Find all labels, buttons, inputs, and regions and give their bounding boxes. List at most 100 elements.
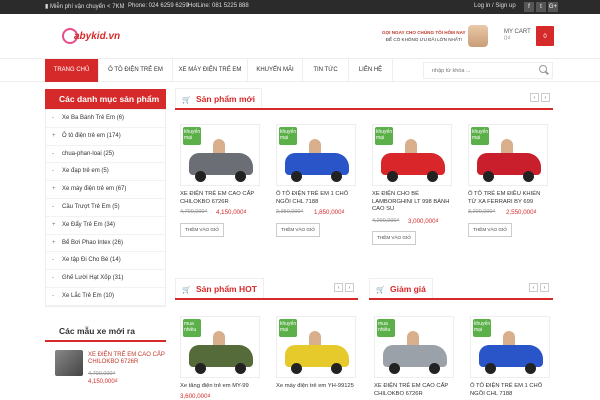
category-item[interactable]: + Xe máy điện trẻ em (67) — [46, 181, 165, 199]
expand-icon[interactable]: + — [52, 235, 62, 253]
category-item[interactable]: - Ghế Lười Hạt Xốp (31) — [46, 270, 165, 288]
promo-badge: khuyến mại — [471, 127, 489, 145]
promo-badge: khuyến mại — [279, 127, 297, 145]
nav-electric-motorbikes[interactable]: XE MÁY ĐIỆN TRẺ EM — [173, 59, 248, 82]
hotline-text: HotLine: 081 5225 888 — [188, 3, 249, 9]
cart-button[interactable]: 0 — [536, 26, 554, 46]
search-input[interactable] — [423, 62, 553, 79]
cart-amount: 0₫ — [504, 36, 511, 42]
prev-arrow-icon[interactable]: ‹ — [334, 283, 343, 292]
product-image[interactable]: khuyến mại — [276, 124, 356, 186]
cart-icon: 🛒 — [182, 97, 191, 104]
nav-home[interactable]: TRANG CHỦ — [45, 59, 99, 82]
category-list: - Xe Ba Bánh Trẻ Em (6) + Ô tô điện trẻ em… — [45, 109, 166, 307]
product-price: 2,550,000₫ — [506, 209, 537, 216]
nav-contact[interactable]: LIÊN HỆ — [349, 59, 393, 82]
bullet-icon: - — [52, 203, 54, 210]
expand-icon[interactable]: + — [52, 128, 62, 146]
product-old-price: 3,200,000₫ — [468, 209, 496, 215]
cart-summary[interactable]: MY CART 0₫ — [504, 29, 531, 42]
hot-products-header: 🛒 Sản phẩm HOT ‹ › — [175, 278, 358, 300]
add-to-cart-button[interactable]: THÊM VÀO GIỎ — [276, 223, 320, 237]
sale-products-header: 🛒 Giảm giá ‹ › — [369, 278, 553, 300]
twitter-icon[interactable]: t — [536, 2, 546, 12]
expand-icon[interactable]: + — [52, 181, 62, 199]
section-title: 🛒 Giảm giá — [369, 278, 433, 298]
product-name[interactable]: XE ĐIỆN CHO BÉ LAMBORGHINI LT 998 BÁNH C… — [372, 191, 452, 214]
product-image[interactable]: khuyến mại — [470, 316, 550, 378]
google-plus-icon[interactable]: G+ — [548, 2, 558, 12]
search-icon[interactable] — [539, 65, 547, 73]
new-products-header: 🛒 Sản phẩm mới ‹ › — [175, 88, 553, 110]
section-title: 🛒 Sản phẩm mới — [175, 88, 262, 108]
facebook-icon[interactable]: f — [524, 2, 534, 12]
cart-label: MY CART — [504, 29, 531, 35]
prev-arrow-icon[interactable]: ‹ — [529, 283, 538, 292]
next-arrow-icon[interactable]: › — [540, 283, 549, 292]
model-price: 4,150,000₫ — [88, 379, 118, 385]
cart-icon: 🛒 — [182, 287, 191, 294]
product-image[interactable]: khuyến mại — [468, 124, 548, 186]
product-name[interactable]: Xe tăng điện trẻ em MY-99 — [180, 383, 260, 391]
promo-badge: mua nhiều — [183, 319, 201, 337]
category-item[interactable]: - chua-phan-loai (25) — [46, 146, 165, 164]
promo-line1: GỌI NGAY CHO CHÚNG TÔI HÔM NAY — [382, 30, 466, 35]
product-name[interactable]: Ô TÔ ĐIỆN TRẺ EM 1 CHỖ NGỒI CHL 7188 — [470, 383, 550, 398]
nav-promotions[interactable]: KHUYẾN MÃI — [248, 59, 303, 82]
nav-electric-cars[interactable]: Ô TÔ ĐIỆN TRẺ EM — [99, 59, 173, 82]
top-bar: ▮ Miễn phí vận chuyển < 7KM | Phone: 024… — [0, 0, 600, 14]
product-image[interactable]: mua nhiều — [374, 316, 454, 378]
product-name[interactable]: Xe máy điện trẻ em YH-99125 — [276, 383, 356, 391]
promo-badge: khuyến mại — [375, 127, 393, 145]
product-price: 4,150,000₫ — [216, 209, 247, 216]
shipping-info: ▮ Miễn phí vận chuyển < 7KM — [45, 3, 125, 10]
account-link[interactable]: Log in / Sign up — [474, 3, 516, 9]
product-image[interactable]: khuyến mại — [372, 124, 452, 186]
next-arrow-icon[interactable]: › — [541, 93, 550, 102]
category-item[interactable]: + Xe Đẩy Trẻ Em (34) — [46, 217, 165, 235]
category-item[interactable]: - Xe Lắc Trẻ Em (10) — [46, 288, 165, 306]
product-image[interactable]: mua nhiều — [180, 316, 260, 378]
product-old-price: 4,700,000₫ — [180, 209, 208, 215]
bullet-icon: - — [52, 168, 54, 175]
category-item[interactable]: - Xe Ba Bánh Trẻ Em (6) — [46, 110, 165, 128]
bullet-icon: - — [52, 292, 54, 299]
product-price: 3,600,000₫ — [180, 393, 211, 400]
promo-badge: khuyến mại — [183, 127, 201, 145]
promo-badge: khuyến mại — [473, 319, 491, 337]
promo-line2: ĐỂ CÓ KHÔNG ƯU ĐÃI LỚN NHẤT! — [385, 37, 462, 42]
product-name[interactable]: Ô TÔ TRẺ EM ĐIỀU KHIỂN TỪ XA FERRARI BY … — [468, 191, 548, 206]
phone-text: Phone: 024 6259 6259 — [128, 3, 189, 9]
bullet-icon: - — [52, 275, 54, 282]
support-avatar — [468, 25, 488, 47]
bullet-icon: - — [52, 150, 54, 157]
main-nav: TRANG CHỦ Ô TÔ ĐIỆN TRẺ EM XE MÁY ĐIỆN T… — [0, 58, 600, 82]
product-name[interactable]: Ô TÔ ĐIỆN TRẺ EM 1 CHỖ NGỒI CHL 7188 — [276, 191, 356, 206]
category-item[interactable]: + Bể Bơi Phao Intex (26) — [46, 235, 165, 253]
add-to-cart-button[interactable]: THÊM VÀO GIỎ — [468, 223, 512, 237]
model-thumbnail[interactable] — [55, 350, 83, 376]
nav-news[interactable]: TIN TỨC — [303, 59, 349, 82]
category-item[interactable]: + Ô tô điện trẻ em (174) — [46, 128, 165, 146]
product-name[interactable]: XE ĐIỆN TRẺ EM CAO CẤP CHILOKBO 6726R — [374, 383, 454, 398]
model-name[interactable]: XE ĐIỆN TRẺ EM CAO CẤP CHILOKBO 6726R — [88, 352, 168, 366]
cart-count: 0 — [543, 34, 547, 40]
category-item[interactable]: - Xe đạp trẻ em (5) — [46, 163, 165, 182]
shipping-text: Miễn phí vận chuyển < 7KM — [49, 4, 125, 10]
next-arrow-icon[interactable]: › — [345, 283, 354, 292]
product-image[interactable]: khuyến mại — [276, 316, 356, 378]
category-item[interactable]: - Cầu Trượt Trẻ Em (5) — [46, 199, 165, 217]
product-name[interactable]: XE ĐIỆN TRẺ EM CAO CẤP CHILOKBO 6726R — [180, 191, 260, 206]
add-to-cart-button[interactable]: THÊM VÀO GIỎ — [372, 231, 416, 245]
product-price: 1,850,000₫ — [314, 209, 345, 216]
product-image[interactable]: khuyến mại — [180, 124, 260, 186]
expand-icon[interactable]: + — [52, 217, 62, 235]
category-item[interactable]: - Xe tập Đi Cho Bé (14) — [46, 252, 165, 271]
model-old-price: 4,700,000₫ — [88, 371, 116, 377]
site-logo[interactable]: abykid.vn — [60, 24, 120, 50]
promo-banner: GỌI NGAY CHO CHÚNG TÔI HÔM NAY ĐỂ CÓ KHÔ… — [382, 29, 466, 43]
promo-badge: mua nhiều — [377, 319, 395, 337]
prev-arrow-icon[interactable]: ‹ — [530, 93, 539, 102]
add-to-cart-button[interactable]: THÊM VÀO GIỎ — [180, 223, 224, 237]
divider: | — [182, 3, 184, 9]
